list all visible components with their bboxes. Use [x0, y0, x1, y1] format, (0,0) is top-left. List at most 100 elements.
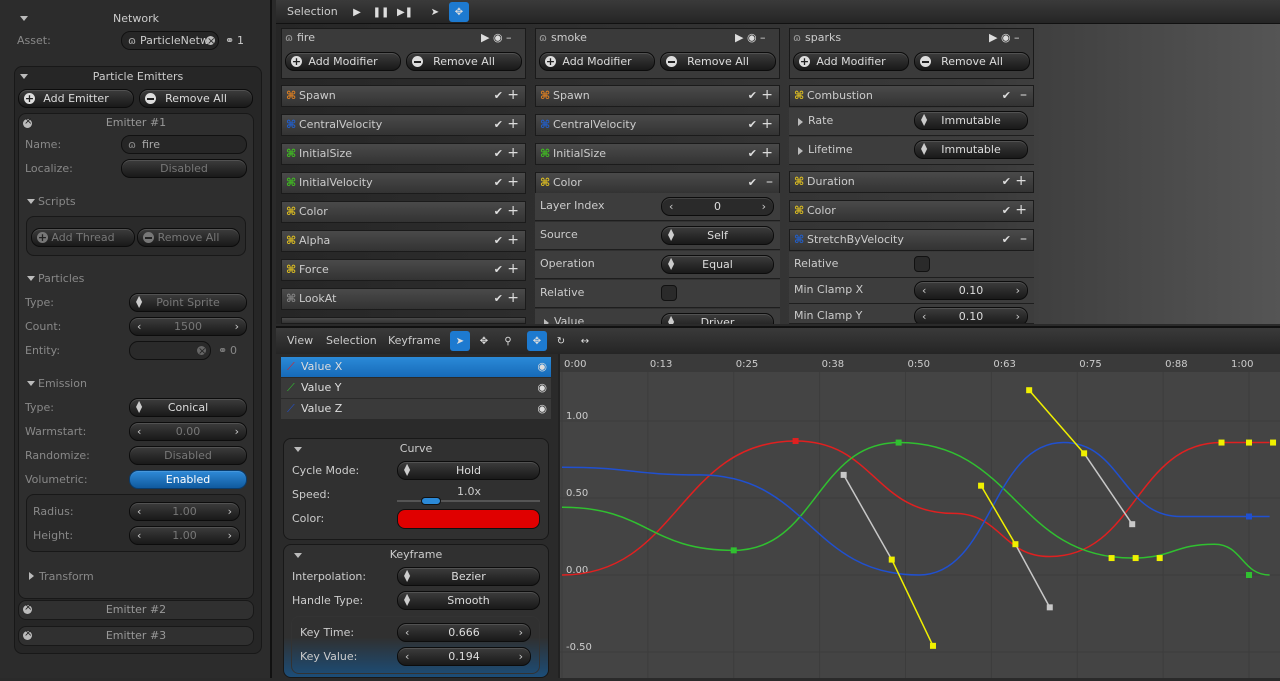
move-keys-icon[interactable]: ✥: [527, 331, 547, 351]
module-initialsize[interactable]: ⌘ InitialSize ✔ +: [281, 143, 526, 165]
add-modifier-button[interactable]: + Add Modifier: [539, 52, 655, 71]
volumetric-toggle[interactable]: Enabled: [129, 470, 247, 489]
check-icon[interactable]: ✔: [494, 86, 503, 106]
remove-all-modifiers-button[interactable]: Remove All: [914, 52, 1030, 71]
module-initialsize[interactable]: ⌘ InitialSize ✔ +: [535, 143, 780, 165]
warmstart-stepper[interactable]: ‹ 0.00 ›: [129, 422, 247, 441]
keyframe-point[interactable]: [1270, 439, 1277, 446]
expand-icon[interactable]: +: [761, 143, 773, 163]
particle-type-select[interactable]: ▲ ▼ Point Sprite: [129, 293, 247, 312]
right-arrow-icon[interactable]: ›: [228, 529, 232, 542]
module-combustion[interactable]: ⌘ Combustion ✔ –: [789, 85, 1034, 107]
randomize-button[interactable]: Disabled: [129, 446, 247, 465]
eye-icon[interactable]: ◉: [537, 378, 547, 398]
module-lookat[interactable]: ⌘ LookAt ✔ +: [281, 288, 526, 310]
cycle-mode-select[interactable]: ▲ ▼ Hold: [397, 461, 540, 480]
step-icon[interactable]: ▶❚: [395, 2, 415, 22]
module-centralvelocity[interactable]: ⌘ CentralVelocity ✔ +: [281, 114, 526, 136]
curve-graph-svg[interactable]: 0:00 0:13 0:25 0:38 0:50 0:63 0:75 0:88 1:00 1.00…: [560, 354, 1280, 678]
collapse-icon[interactable]: –: [1020, 85, 1027, 105]
left-arrow-icon[interactable]: ‹: [137, 529, 141, 542]
add-emitter-button[interactable]: + Add Emitter: [18, 89, 134, 108]
keyframe-point[interactable]: [1246, 572, 1252, 578]
channel-item[interactable]: ⟋ Value X ◉: [281, 357, 551, 377]
remove-all-modifiers-button[interactable]: Remove All: [406, 52, 522, 71]
check-icon[interactable]: ✔: [494, 202, 503, 222]
expand-icon[interactable]: +: [507, 143, 519, 163]
right-arrow-icon[interactable]: ›: [235, 425, 239, 438]
relative-checkbox[interactable]: [661, 285, 677, 301]
add-modifier-button[interactable]: + Add Modifier: [793, 52, 909, 71]
clear-asset-icon[interactable]: [206, 33, 215, 50]
curve-graph[interactable]: 0:00 0:13 0:25 0:38 0:50 0:63 0:75 0:88 1:00 1.00…: [558, 354, 1280, 678]
speed-slider-handle[interactable]: [421, 497, 441, 505]
value-select[interactable]: ▲▼ Driver: [661, 313, 774, 324]
keyframe-point[interactable]: [1132, 555, 1139, 562]
collapse-particles-icon[interactable]: [27, 276, 35, 281]
right-arrow-icon[interactable]: ›: [519, 650, 523, 663]
source-select[interactable]: ▲ ▼ Self: [661, 226, 774, 245]
add-modifier-button[interactable]: + Add Modifier: [285, 52, 401, 71]
expand-icon[interactable]: +: [507, 172, 519, 192]
eye-icon[interactable]: ◉: [537, 399, 547, 419]
fit-horizontal-icon[interactable]: ↔: [575, 331, 595, 351]
right-arrow-icon[interactable]: ›: [1016, 310, 1020, 323]
left-arrow-icon[interactable]: ‹: [137, 505, 141, 518]
module-color[interactable]: ⌘ Color ✔ +: [789, 200, 1034, 222]
left-arrow-icon[interactable]: ‹: [405, 650, 409, 663]
module-stretchbyvelocity[interactable]: ⌘ StretchByVelocity ✔ –: [789, 229, 1034, 251]
keyframe-point[interactable]: [895, 439, 902, 446]
expand-icon[interactable]: +: [507, 201, 519, 221]
keyframe-point[interactable]: [1081, 450, 1088, 457]
remove-all-modifiers-button[interactable]: Remove All: [660, 52, 776, 71]
play-icon[interactable]: ▶: [347, 2, 367, 22]
right-arrow-icon[interactable]: ›: [762, 200, 766, 213]
entity-field[interactable]: [129, 341, 211, 360]
keyframe-menu[interactable]: Keyframe: [388, 331, 441, 351]
expand-icon[interactable]: [798, 118, 803, 126]
keyframe-point[interactable]: [1218, 439, 1225, 446]
keyframe-point[interactable]: [1156, 555, 1163, 562]
keyframe-point[interactable]: [1246, 439, 1252, 446]
collapse-scripts-icon[interactable]: [27, 199, 35, 204]
check-icon[interactable]: ✔: [494, 289, 503, 309]
pointer-icon[interactable]: ➤: [450, 331, 470, 351]
keyframe-point[interactable]: [1129, 521, 1136, 528]
channel-item[interactable]: ⟋ Value Y ◉: [281, 378, 551, 398]
channel-item[interactable]: ⟋ Value Z ◉: [281, 399, 551, 419]
module-color[interactable]: ⌘ Color ✔ –: [535, 172, 780, 194]
check-icon[interactable]: ✔: [494, 173, 503, 193]
check-icon[interactable]: ✔: [494, 231, 503, 251]
play-eye-collapse-icons[interactable]: ▶ ◉ –: [989, 31, 1020, 44]
clear-entity-icon[interactable]: [197, 343, 206, 360]
expand-icon[interactable]: +: [507, 288, 519, 308]
check-icon[interactable]: ✔: [1002, 230, 1011, 250]
check-icon[interactable]: ✔: [748, 115, 757, 135]
lifetime-select[interactable]: ▲ ▼ Immutable: [914, 140, 1028, 159]
remove-all-emitters-button[interactable]: Remove All: [139, 89, 253, 108]
relative-checkbox[interactable]: [914, 256, 930, 272]
keyframe-point[interactable]: [730, 547, 737, 554]
asset-field[interactable]: ParticleNetwɷ: [121, 31, 219, 50]
radius-stepper[interactable]: ‹ 1.00 ›: [129, 502, 240, 521]
name-field[interactable]: ɷ fire: [121, 135, 247, 154]
module-initialvelocity[interactable]: ⌘ InitialVelocity ✔ +: [281, 172, 526, 194]
left-arrow-icon[interactable]: ‹: [405, 626, 409, 639]
keyframe-point[interactable]: [978, 482, 985, 489]
right-arrow-icon[interactable]: ›: [235, 320, 239, 333]
module-color[interactable]: ⌘ Color ✔ +: [281, 201, 526, 223]
keyframe-point[interactable]: [1026, 387, 1033, 394]
view-menu[interactable]: View: [287, 331, 313, 351]
keyframe-point[interactable]: [840, 471, 847, 478]
keyframe-point[interactable]: [929, 642, 936, 649]
check-icon[interactable]: ✔: [1002, 201, 1011, 221]
left-arrow-icon[interactable]: ‹: [922, 284, 926, 297]
keyframe-point[interactable]: [1246, 513, 1252, 520]
localize-button[interactable]: Disabled: [121, 159, 247, 178]
expand-transform-icon[interactable]: [29, 572, 34, 580]
keyframe-point[interactable]: [1012, 541, 1019, 548]
module-centralvelocity[interactable]: ⌘ CentralVelocity ✔ +: [535, 114, 780, 136]
expand-icon[interactable]: +: [507, 85, 519, 105]
add-thread-button[interactable]: + Add Thread: [31, 228, 135, 247]
expand-icon[interactable]: +: [1015, 171, 1027, 191]
